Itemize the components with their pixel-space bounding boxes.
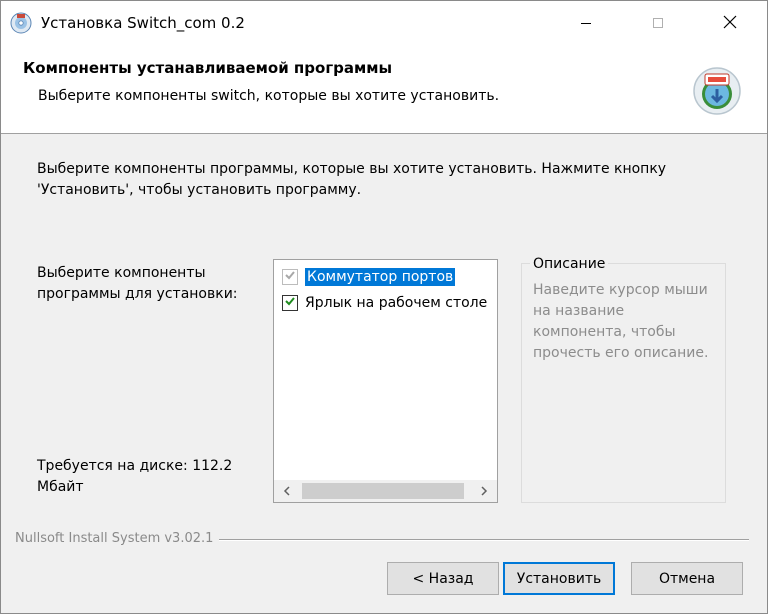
components-select-label: Выберите компоненты программы для устано… <box>37 265 238 302</box>
description-text: Наведите курсор мыши на название компоне… <box>533 282 709 361</box>
description-title: Описание <box>530 255 609 273</box>
close-button[interactable] <box>705 1 755 45</box>
maximize-icon <box>652 14 664 33</box>
title-bar[interactable]: Установка Switch_com 0.2 <box>1 1 767 45</box>
installer-window: Установка Switch_com 0.2 Компоненты уста… <box>0 0 768 614</box>
scrollbar-thumb[interactable] <box>302 483 464 499</box>
component-label: Ярлык на рабочем столе <box>305 295 488 311</box>
description-groupbox: Описание Наведите курсор мыши на названи… <box>521 255 726 503</box>
scroll-left-arrow-icon[interactable] <box>276 480 298 502</box>
component-item-port-switch[interactable]: Коммутатор портов <box>282 266 456 288</box>
page-subtitle: Выберите компоненты switch, которые вы х… <box>38 88 500 104</box>
scroll-right-arrow-icon[interactable] <box>473 480 495 502</box>
checkbox-checked[interactable] <box>282 295 298 311</box>
installer-disc-icon <box>10 12 32 34</box>
minimize-icon <box>580 14 592 33</box>
component-label: Коммутатор портов <box>305 268 456 286</box>
intro-text: Выберите компоненты программы, которые в… <box>37 161 667 198</box>
cancel-button[interactable]: Отмена <box>631 562 743 595</box>
nsis-branding-text: Nullsoft Install System v3.02.1 <box>15 531 220 546</box>
close-icon <box>723 14 737 33</box>
page-title: Компоненты устанавливаемой программы <box>23 59 393 77</box>
nsis-installer-logo-icon <box>691 65 743 117</box>
minimize-button[interactable] <box>561 1 611 45</box>
horizontal-scrollbar[interactable] <box>274 480 497 502</box>
checkmark-icon <box>284 295 296 311</box>
checkbox-disabled-checked <box>282 269 298 285</box>
checkmark-icon <box>284 269 296 285</box>
install-button[interactable]: Установить <box>503 562 615 595</box>
component-item-desktop-shortcut[interactable]: Ярлык на рабочем столе <box>282 292 487 314</box>
disk-space-required: Требуется на диске: 112.2 Мбайт <box>37 458 233 495</box>
back-button[interactable]: < Назад <box>387 562 499 595</box>
maximize-button[interactable] <box>633 1 683 45</box>
window-title: Установка Switch_com 0.2 <box>41 14 245 32</box>
page-header: Компоненты устанавливаемой программы Выб… <box>1 45 767 134</box>
components-tree[interactable]: Коммутатор портов Ярлык на рабочем столе <box>273 259 498 503</box>
